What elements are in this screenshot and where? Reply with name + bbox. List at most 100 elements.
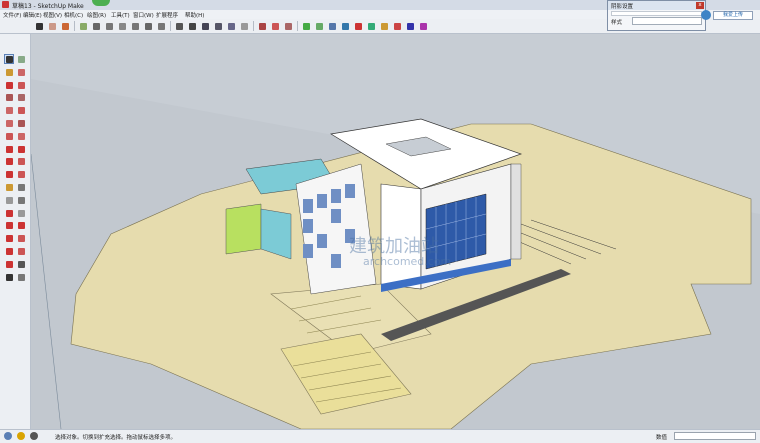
- hidden-line-icon[interactable]: [200, 21, 210, 31]
- standard-views-icon[interactable]: [78, 21, 88, 31]
- column-right: [510, 163, 522, 260]
- zoom-icon[interactable]: [4, 233, 14, 243]
- paint-icon[interactable]: [4, 67, 14, 77]
- text-icon[interactable]: [16, 195, 26, 205]
- help-icon[interactable]: [30, 432, 38, 440]
- menu-camera[interactable]: 相机(C): [64, 11, 83, 19]
- extension-icon-glyph: [394, 23, 401, 30]
- scale-icon[interactable]: [4, 169, 14, 179]
- share-model-icon[interactable]: [366, 21, 376, 31]
- menu-edit[interactable]: 编辑(E): [23, 11, 42, 19]
- zoom-window-icon[interactable]: [16, 233, 26, 243]
- polygon-icon[interactable]: [16, 105, 26, 115]
- toggle-terrain-icon[interactable]: [314, 21, 324, 31]
- menu-view[interactable]: 视图(V): [43, 11, 62, 19]
- photo-texture-icon[interactable]: [327, 21, 337, 31]
- shaded-icon[interactable]: [213, 21, 223, 31]
- arc-3pt-icon[interactable]: [16, 131, 26, 141]
- extension-icon[interactable]: [392, 21, 402, 31]
- panel-field[interactable]: [611, 11, 702, 16]
- rotate-icon[interactable]: [4, 156, 14, 166]
- panel-style-dropdown[interactable]: [632, 17, 702, 25]
- menu-tools[interactable]: 工具(T): [111, 11, 130, 19]
- credits-icon[interactable]: [17, 432, 25, 440]
- preview-3d-icon[interactable]: [340, 21, 350, 31]
- pan-icon-glyph: [18, 222, 25, 230]
- axes-icon[interactable]: [4, 208, 14, 218]
- line-icon[interactable]: [4, 80, 14, 90]
- lookaround-icon[interactable]: [16, 259, 26, 269]
- pushpull-icon[interactable]: [16, 144, 26, 154]
- warehouse-icon[interactable]: [379, 21, 389, 31]
- section-cut-icon[interactable]: [283, 21, 293, 31]
- section-icon[interactable]: [16, 272, 26, 282]
- menu-window[interactable]: 窗口(W): [133, 11, 154, 19]
- tape-icon[interactable]: [4, 182, 14, 192]
- add-location-icon[interactable]: [301, 21, 311, 31]
- protractor-icon[interactable]: [4, 195, 14, 205]
- right-view-icon[interactable]: [130, 21, 140, 31]
- model-viewport[interactable]: 建筑加油站 archcomed.com: [31, 34, 760, 429]
- share-model-icon-glyph: [368, 23, 375, 30]
- eraser-icon[interactable]: [16, 67, 26, 77]
- circle-icon[interactable]: [4, 105, 14, 115]
- get-models-icon[interactable]: [353, 21, 363, 31]
- wireframe-icon[interactable]: [187, 21, 197, 31]
- menu-help[interactable]: 帮助(H): [185, 11, 204, 19]
- toggle-terrain-icon-glyph: [316, 23, 323, 30]
- rotated-rect-icon[interactable]: [16, 92, 26, 102]
- left-tool-palette: [0, 34, 31, 429]
- scale-icon-glyph: [6, 171, 13, 179]
- geo-location-icon[interactable]: [4, 432, 12, 440]
- arc-2pt-icon[interactable]: [4, 131, 14, 141]
- measurements-input[interactable]: [674, 432, 756, 440]
- back-view-icon[interactable]: [143, 21, 153, 31]
- menu-extensions[interactable]: 扩展程序: [156, 11, 178, 19]
- followme-icon[interactable]: [16, 156, 26, 166]
- arc-icon[interactable]: [4, 118, 14, 128]
- xray-icon[interactable]: [174, 21, 184, 31]
- shaded-texture-icon-glyph: [228, 23, 235, 30]
- top-view-icon[interactable]: [104, 21, 114, 31]
- freehand-icon[interactable]: [16, 80, 26, 90]
- protractor-icon-glyph: [6, 196, 13, 204]
- right-view-icon-glyph: [132, 23, 139, 30]
- select-icon-glyph: [6, 56, 13, 63]
- move-icon[interactable]: [4, 144, 14, 154]
- shadow-settings-panel: 阴影设置 x 样式: [607, 0, 706, 31]
- 3dtext-icon[interactable]: [16, 208, 26, 218]
- select-icon[interactable]: [34, 21, 44, 31]
- close-icon[interactable]: x: [696, 2, 704, 9]
- paint-icon[interactable]: [60, 21, 70, 31]
- dimension-icon[interactable]: [16, 182, 26, 192]
- monochrome-icon[interactable]: [239, 21, 249, 31]
- toolbar-separator: [253, 21, 254, 31]
- section-display-icon[interactable]: [270, 21, 280, 31]
- component-icon[interactable]: [16, 54, 26, 64]
- prev-view-icon[interactable]: [16, 246, 26, 256]
- panel-header: 阴影设置 x: [608, 1, 705, 10]
- left-view-icon[interactable]: [156, 21, 166, 31]
- upload-button[interactable]: 我爱上传: [713, 11, 753, 20]
- upload-icon[interactable]: [701, 10, 711, 20]
- layout-icon[interactable]: [405, 21, 415, 31]
- select-icon[interactable]: [4, 54, 14, 64]
- shaded-texture-icon[interactable]: [226, 21, 236, 31]
- menu-draw[interactable]: 绘图(R): [87, 11, 106, 19]
- position-camera-icon[interactable]: [4, 259, 14, 269]
- walk-icon[interactable]: [4, 272, 14, 282]
- eraser-icon[interactable]: [47, 21, 57, 31]
- sketchup-app-icon: [2, 1, 9, 8]
- iso-icon[interactable]: [91, 21, 101, 31]
- pan-icon[interactable]: [16, 220, 26, 230]
- pie-icon[interactable]: [16, 118, 26, 128]
- offset-icon[interactable]: [16, 169, 26, 179]
- section-plane-icon[interactable]: [257, 21, 267, 31]
- front-view-icon[interactable]: [117, 21, 127, 31]
- circle-icon-glyph: [6, 107, 13, 115]
- style-builder-icon[interactable]: [418, 21, 428, 31]
- menu-file[interactable]: 文件(F): [3, 11, 21, 19]
- zoom-extents-icon[interactable]: [4, 246, 14, 256]
- rectangle-icon[interactable]: [4, 92, 14, 102]
- orbit-icon[interactable]: [4, 220, 14, 230]
